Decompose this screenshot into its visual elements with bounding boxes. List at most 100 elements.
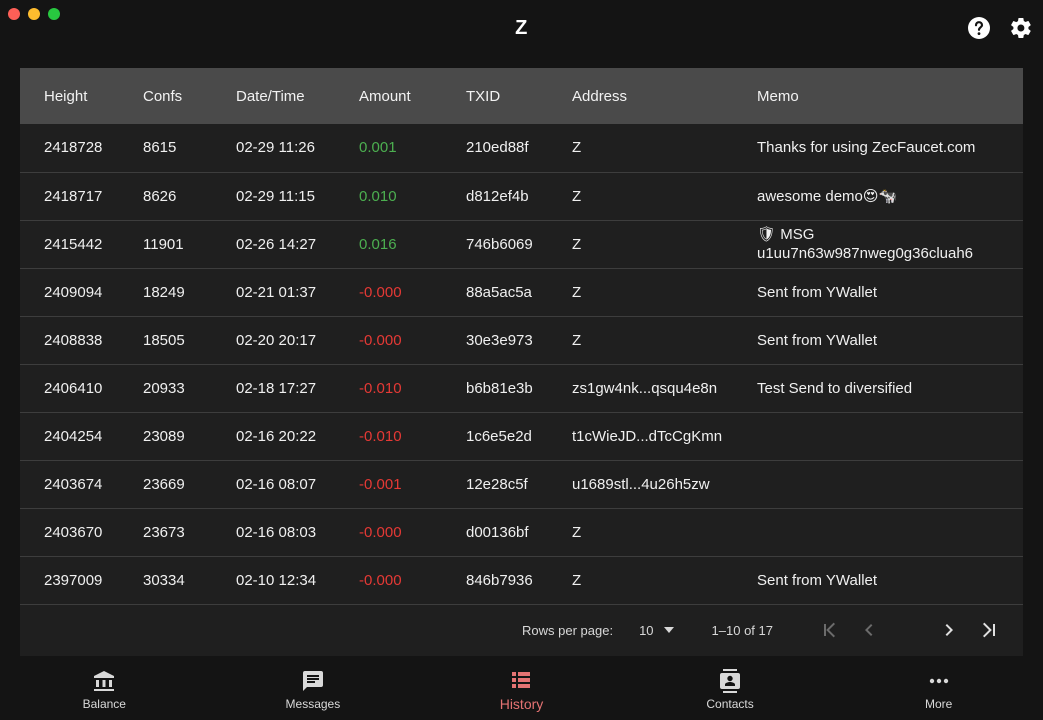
- table-row[interactable]: 2397009 30334 02-10 12:34 -0.000 846b793…: [20, 556, 1023, 604]
- cell-txid: 746b6069: [466, 235, 533, 253]
- previous-page-icon[interactable]: [857, 618, 881, 642]
- cell-memo: awesome demo😍🐄: [757, 187, 898, 205]
- cell-confs: 8615: [143, 139, 177, 157]
- cell-memo: Sent from YWallet: [757, 331, 878, 349]
- maximize-window-button[interactable]: [48, 8, 60, 20]
- cell-height: 2406410: [44, 379, 103, 397]
- title-bar: Z: [0, 0, 1043, 56]
- bottom-navigation: Balance Messages History Contacts More: [0, 660, 1043, 720]
- nav-more[interactable]: More: [834, 660, 1043, 720]
- cell-datetime: 02-29 11:15: [236, 187, 315, 205]
- first-page-icon[interactable]: [817, 618, 841, 642]
- cell-datetime: 02-20 20:17: [236, 331, 317, 349]
- cell-amount: 0.016: [359, 235, 397, 253]
- help-icon[interactable]: [967, 16, 991, 40]
- cell-address: Z: [572, 139, 582, 157]
- cell-memo: [733, 508, 1023, 556]
- cell-confs: 23673: [143, 523, 185, 541]
- nav-more-label: More: [925, 697, 953, 711]
- cell-memo: Test Send to diversified: [757, 379, 913, 397]
- cell-address: Z: [572, 523, 582, 541]
- rows-per-page-label: Rows per page:: [522, 622, 614, 638]
- nav-balance-label: Balance: [82, 697, 126, 711]
- top-actions: [967, 16, 1033, 40]
- cell-amount: -0.000: [359, 523, 402, 541]
- nav-messages[interactable]: Messages: [209, 660, 418, 720]
- column-header-txid[interactable]: TXID: [442, 68, 548, 124]
- cell-datetime: 02-29 11:26: [236, 139, 315, 157]
- cell-address: Z: [572, 235, 582, 253]
- cell-height: 2397009: [44, 571, 103, 589]
- cell-height: 2418728: [44, 139, 103, 157]
- column-header-datetime[interactable]: Date/Time: [212, 68, 335, 124]
- cell-confs: 18249: [143, 283, 185, 301]
- close-window-button[interactable]: [8, 8, 20, 20]
- cell-amount: -0.010: [359, 427, 402, 445]
- cell-address: u1689stl...4u26h5zw: [572, 475, 710, 493]
- cell-confs: 30334: [143, 571, 185, 589]
- column-header-confs[interactable]: Confs: [119, 68, 212, 124]
- cell-memo: [733, 460, 1023, 508]
- cell-datetime: 02-16 20:22: [236, 427, 317, 445]
- cell-amount: -0.010: [359, 379, 402, 397]
- app-title: Z: [515, 16, 528, 39]
- cell-datetime: 02-16 08:03: [236, 523, 317, 541]
- cell-amount: -0.000: [359, 331, 402, 349]
- cell-address: zs1gw4nk...qsqu4e8n: [572, 379, 718, 397]
- table-header-row: Height Confs Date/Time Amount TXID Addre…: [20, 68, 1023, 124]
- pagination-range: 1–10 of 17: [711, 622, 773, 638]
- minimize-window-button[interactable]: [28, 8, 40, 20]
- bank-icon: [94, 671, 115, 691]
- cell-confs: 23089: [143, 427, 185, 445]
- list-icon: [512, 672, 531, 688]
- cell-txid: 846b7936: [466, 571, 533, 589]
- table-row[interactable]: 2418717 8626 02-29 11:15 0.010 d812ef4b …: [20, 172, 1023, 220]
- cell-txid: b6b81e3b: [466, 379, 533, 397]
- cell-txid: 30e3e973: [466, 331, 533, 349]
- nav-contacts-label: Contacts: [706, 697, 754, 711]
- table-row[interactable]: 2409094 18249 02-21 01:37 -0.000 88a5ac5…: [20, 268, 1023, 316]
- cell-height: 2403674: [44, 475, 103, 493]
- table-row[interactable]: 2415442 11901 02-26 14:27 0.016 746b6069…: [20, 220, 1023, 268]
- cell-amount: -0.000: [359, 283, 402, 301]
- table-row[interactable]: 2403670 23673 02-16 08:03 -0.000 d00136b…: [20, 508, 1023, 556]
- cell-address: Z: [572, 283, 582, 301]
- table-row[interactable]: 2408838 18505 02-20 20:17 -0.000 30e3e97…: [20, 316, 1023, 364]
- cell-datetime: 02-18 17:27: [236, 379, 317, 397]
- table-row[interactable]: 2418728 8615 02-29 11:26 0.001 210ed88f …: [20, 124, 1023, 172]
- next-page-icon[interactable]: [937, 618, 961, 642]
- cell-height: 2408838: [44, 331, 103, 349]
- history-table-card: Height Confs Date/Time Amount TXID Addre…: [20, 68, 1023, 656]
- cell-height: 2409094: [44, 283, 103, 301]
- cell-datetime: 02-16 08:07: [236, 475, 317, 493]
- cell-datetime: 02-26 14:27: [236, 235, 317, 253]
- window-controls: [8, 8, 60, 20]
- cell-height: 2403670: [44, 523, 103, 541]
- nav-contacts[interactable]: Contacts: [626, 660, 835, 720]
- column-header-address[interactable]: Address: [548, 68, 733, 124]
- cell-confs: 18505: [143, 331, 185, 349]
- column-header-height[interactable]: Height: [20, 68, 119, 124]
- column-header-memo[interactable]: Memo: [733, 68, 1023, 124]
- cell-height: 2415442: [44, 235, 103, 253]
- settings-gear-icon[interactable]: [1009, 16, 1033, 40]
- cell-amount: 0.010: [359, 187, 397, 205]
- cell-confs: 20933: [143, 379, 185, 397]
- contacts-icon: [720, 669, 741, 693]
- cell-amount: -0.001: [359, 475, 402, 493]
- nav-balance[interactable]: Balance: [0, 660, 209, 720]
- table-row[interactable]: 2404254 23089 02-16 20:22 -0.010 1c6e5e2…: [20, 412, 1023, 460]
- nav-history[interactable]: History: [417, 660, 626, 720]
- cell-datetime: 02-10 12:34: [236, 571, 317, 589]
- rows-per-page-select[interactable]: 10: [639, 623, 674, 638]
- cell-address: Z: [572, 331, 582, 349]
- cell-address: Z: [572, 571, 582, 589]
- message-icon: [302, 671, 323, 691]
- cell-txid: 210ed88f: [466, 139, 529, 157]
- table-row[interactable]: 2406410 20933 02-18 17:27 -0.010 b6b81e3…: [20, 364, 1023, 412]
- column-header-amount[interactable]: Amount: [335, 68, 442, 124]
- table-row[interactable]: 2403674 23669 02-16 08:07 -0.001 12e28c5…: [20, 460, 1023, 508]
- cell-txid: 1c6e5e2d: [466, 427, 532, 445]
- cell-txid: 12e28c5f: [466, 475, 528, 493]
- last-page-icon[interactable]: [977, 618, 1001, 642]
